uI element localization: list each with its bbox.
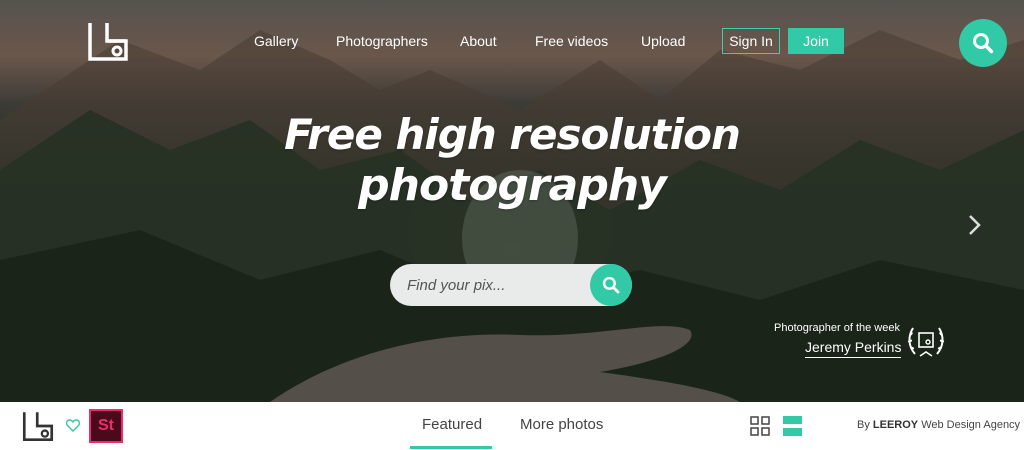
list-view-icon[interactable]	[783, 416, 802, 436]
nav-upload[interactable]: Upload	[641, 33, 685, 49]
hero-headline-line1: Free high resolution	[284, 110, 741, 159]
adobe-stock-badge[interactable]: St	[89, 409, 123, 443]
agency-credit[interactable]: By LEEROY Web Design Agency	[857, 419, 1020, 431]
credit-prefix: By	[857, 419, 870, 431]
credit-brand: LEEROY	[872, 419, 919, 431]
search-icon	[602, 276, 620, 294]
logo-icon[interactable]	[22, 410, 54, 442]
chevron-right-icon[interactable]	[966, 213, 984, 237]
credit-suffix: Web Design Agency	[921, 419, 1021, 431]
header-search-button[interactable]	[959, 19, 1007, 67]
active-tab-indicator	[410, 446, 492, 449]
join-button[interactable]: Join	[788, 28, 844, 54]
nav-free-videos[interactable]: Free videos	[535, 33, 608, 49]
search-submit-button[interactable]	[590, 264, 632, 306]
tab-featured[interactable]: Featured	[422, 416, 482, 433]
sign-in-button[interactable]: Sign In	[722, 28, 780, 54]
search-input[interactable]	[390, 264, 590, 306]
tab-more-photos[interactable]: More photos	[520, 416, 603, 433]
hero-headline-line2: photography	[358, 160, 667, 211]
photographer-of-week-label: Photographer of the week	[774, 322, 900, 334]
photographer-of-week-name[interactable]: Jeremy Perkins	[805, 339, 902, 358]
heart-icon[interactable]	[66, 419, 80, 432]
nav-gallery[interactable]: Gallery	[254, 33, 298, 49]
grid-view-icon[interactable]	[750, 416, 770, 436]
laurel-badge-icon	[907, 327, 945, 357]
nav-photographers[interactable]: Photographers	[336, 33, 428, 49]
logo-icon[interactable]	[87, 20, 129, 62]
nav-about[interactable]: About	[460, 33, 497, 49]
search-icon	[973, 33, 994, 54]
